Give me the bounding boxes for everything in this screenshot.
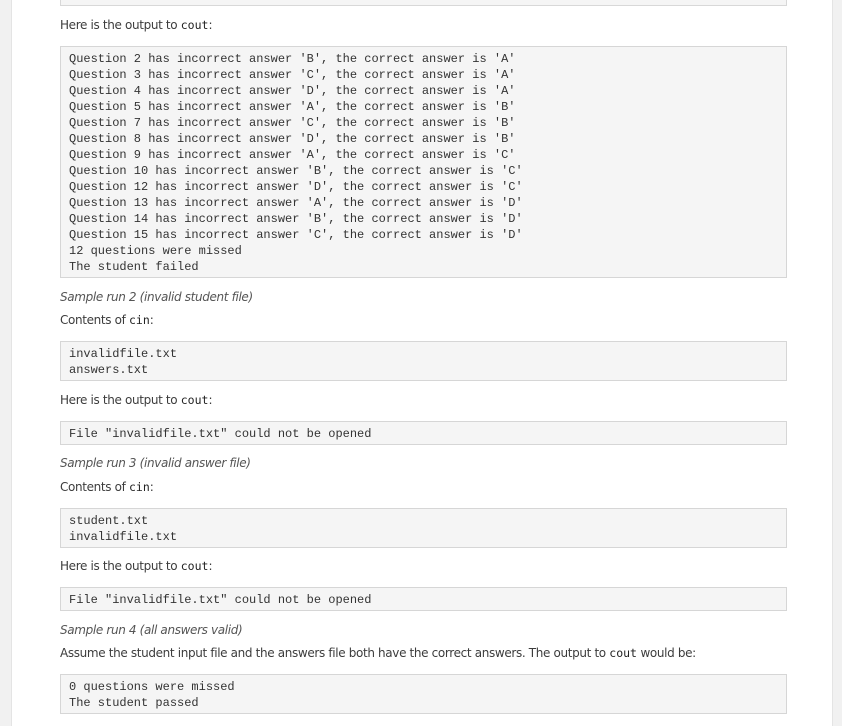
code-line: 12 questions were missed	[69, 244, 242, 258]
code-line: Question 8 has incorrect answer 'D', the…	[69, 132, 516, 146]
cout-code: cout	[180, 18, 209, 32]
cout-code: cout	[180, 559, 209, 573]
code-line: Question 2 has incorrect answer 'B', the…	[69, 52, 516, 66]
colon-text: :	[208, 18, 213, 32]
run3-contents-label: Contents of cin:	[60, 479, 154, 495]
code-line: 0 questions were missed	[69, 680, 235, 694]
run4-output-block: 0 questions were missed The student passe…	[60, 674, 787, 714]
run4-description: Assume the student input file and the an…	[60, 645, 696, 661]
run4-heading: Sample run 4 (all answers valid)	[60, 623, 243, 637]
colon-text: :	[208, 393, 213, 407]
colon-text: :	[149, 313, 154, 327]
code-line: File "invalidfile.txt" could not be open…	[69, 593, 372, 607]
code-line: Question 14 has incorrect answer 'B', th…	[69, 212, 523, 226]
run3-input-block: student.txt invalidfile.txt	[60, 508, 787, 548]
code-line: invalidfile.txt	[69, 347, 178, 361]
cout-code: cout	[180, 393, 209, 407]
code-line: Question 5 has incorrect answer 'A', the…	[69, 100, 516, 114]
cin-code: cin	[128, 480, 150, 494]
code-line: Question 13 has incorrect answer 'A', th…	[69, 196, 523, 210]
intro-text: Here is the output to	[60, 18, 178, 32]
run3-heading: Sample run 3 (invalid answer file)	[60, 456, 251, 470]
description-text: Assume the student input file and the an…	[60, 646, 606, 660]
description-end-text: would be:	[640, 646, 696, 660]
code-line: Question 15 has incorrect answer 'C', th…	[69, 228, 523, 242]
code-line: Question 3 has incorrect answer 'C', the…	[69, 68, 516, 82]
run1-output-block: Question 2 has incorrect answer 'B', the…	[60, 46, 787, 278]
colon-text: :	[208, 559, 213, 573]
document-page: Here is the output to cout: Question 2 h…	[11, 0, 833, 726]
code-line: Question 7 has incorrect answer 'C', the…	[69, 116, 516, 130]
contents-text: Contents of	[60, 480, 126, 494]
previous-code-block	[60, 0, 787, 6]
run2-contents-label: Contents of cin:	[60, 312, 154, 328]
code-line: The student failed	[69, 260, 199, 274]
code-line: student.txt	[69, 514, 149, 528]
contents-text: Contents of	[60, 313, 126, 327]
intro-text: Here is the output to	[60, 559, 178, 573]
colon-text: :	[149, 480, 154, 494]
run2-heading: Sample run 2 (invalid student file)	[60, 290, 253, 304]
cout-code: cout	[609, 646, 637, 660]
cin-code: cin	[128, 313, 150, 327]
run1-output-intro: Here is the output to cout:	[60, 17, 212, 33]
run3-output-intro: Here is the output to cout:	[60, 558, 212, 574]
code-line: Question 12 has incorrect answer 'D', th…	[69, 180, 523, 194]
run2-output-block: File "invalidfile.txt" could not be open…	[60, 421, 787, 445]
code-line: File "invalidfile.txt" could not be open…	[69, 427, 372, 441]
run3-output-block: File "invalidfile.txt" could not be open…	[60, 587, 787, 611]
code-line: Question 9 has incorrect answer 'A', the…	[69, 148, 516, 162]
code-line: answers.txt	[69, 363, 149, 377]
intro-text: Here is the output to	[60, 393, 178, 407]
run2-output-intro: Here is the output to cout:	[60, 392, 212, 408]
code-line: Question 4 has incorrect answer 'D', the…	[69, 84, 516, 98]
code-line: The student passed	[69, 696, 199, 710]
code-line: Question 10 has incorrect answer 'B', th…	[69, 164, 523, 178]
code-line: invalidfile.txt	[69, 530, 178, 544]
run2-input-block: invalidfile.txt answers.txt	[60, 341, 787, 381]
